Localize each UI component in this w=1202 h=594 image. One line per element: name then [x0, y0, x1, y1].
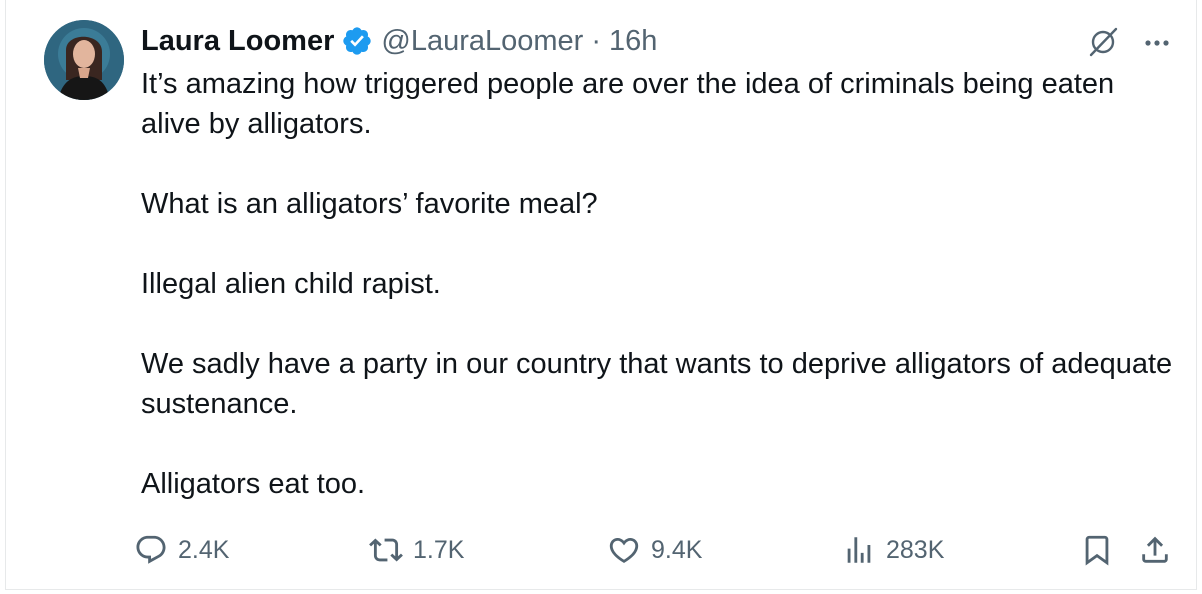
separator-dot: ·: [591, 24, 601, 57]
repost-button[interactable]: 1.7K: [369, 530, 464, 570]
bookmark-button[interactable]: [1080, 533, 1114, 567]
reply-count: 2.4K: [178, 535, 230, 564]
like-button[interactable]: 9.4K: [607, 530, 702, 570]
share-icon: [1142, 536, 1168, 563]
verified-badge-icon: [341, 25, 373, 57]
author-name[interactable]: Laura Loomer: [141, 25, 334, 58]
tweet-paragraph: It’s amazing how triggered people are ov…: [141, 68, 1115, 140]
repost-count: 1.7K: [413, 535, 465, 564]
reply-button[interactable]: 2.4K: [134, 530, 229, 570]
action-bar: 2.4K 1.7K 9.4K 283K: [6, 530, 1202, 570]
more-icon[interactable]: [1140, 26, 1174, 60]
like-count: 9.4K: [651, 535, 703, 564]
avatar[interactable]: [44, 20, 124, 100]
like-icon: [609, 537, 639, 563]
views-count: 283K: [886, 535, 945, 564]
share-button[interactable]: [1138, 533, 1172, 567]
tweet-time[interactable]: 16h: [609, 25, 657, 58]
views-button[interactable]: 283K: [842, 530, 944, 570]
grok-icon[interactable]: [1086, 25, 1120, 59]
tweet-paragraph: What is an alligators’ favorite meal?: [141, 188, 598, 220]
repost-icon: [369, 538, 403, 562]
tweet-header: Laura Loomer @LauraLoomer · 16h: [141, 22, 657, 60]
tweet-text: It’s amazing how triggered people are ov…: [141, 64, 1181, 504]
views-icon: [847, 537, 871, 563]
author-handle[interactable]: @LauraLoomer: [381, 25, 583, 58]
bookmark-icon: [1085, 535, 1109, 566]
tweet-paragraph: We sadly have a party in our country tha…: [141, 348, 1173, 420]
tweet-paragraph: Illegal alien child rapist.: [141, 268, 441, 300]
reply-icon: [136, 535, 166, 564]
tweet-paragraph: Alligators eat too.: [141, 468, 366, 500]
tweet-card[interactable]: Laura Loomer @LauraLoomer · 16h It’s ama…: [5, 0, 1197, 590]
